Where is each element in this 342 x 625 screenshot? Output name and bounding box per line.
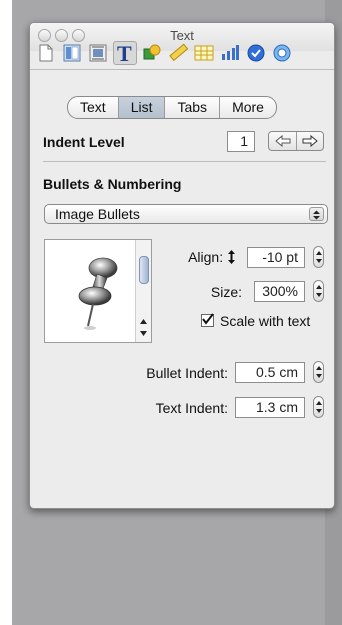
wrap-inspector-button[interactable] (87, 42, 109, 64)
tab-list[interactable]: List (118, 97, 166, 118)
graphic-icon (143, 44, 161, 60)
indent-button[interactable] (297, 132, 323, 150)
text-indent-field[interactable]: 1.3 cm (235, 397, 305, 418)
text-inspector-window: Text T Text List Tabs More Indent Level … (29, 22, 335, 509)
align-label-text: Align: (188, 249, 224, 265)
metrics-icon (169, 43, 188, 62)
text-inspector-button[interactable]: T (113, 41, 137, 65)
bullet-indent-stepper[interactable] (313, 361, 324, 383)
outdent-button[interactable] (269, 132, 297, 150)
tab-more[interactable]: More (220, 97, 276, 118)
table-icon (194, 45, 214, 61)
layout-icon (63, 44, 81, 62)
align-label: Align: (170, 249, 236, 265)
chart-inspector-button[interactable] (219, 42, 241, 64)
image-well-scrollbar[interactable] (135, 240, 151, 342)
inspector-toolbar: T (30, 41, 334, 67)
bullet-style-popup[interactable]: Image Bullets (44, 204, 328, 224)
wrap-icon (89, 44, 107, 62)
indent-separator (43, 161, 326, 162)
size-field[interactable]: 300% (254, 281, 305, 302)
bullet-indent-label: Bullet Indent: (146, 365, 228, 381)
metrics-inspector-button[interactable] (167, 42, 189, 64)
indent-level-field[interactable]: 1 (227, 131, 255, 152)
indent-arrows (268, 131, 324, 151)
bullets-numbering-label: Bullets & Numbering (43, 176, 182, 192)
align-stepper[interactable] (313, 246, 324, 268)
bullet-style-value: Image Bullets (55, 206, 140, 222)
link-icon (247, 44, 265, 62)
text-icon: T (117, 43, 132, 63)
layout-inspector-button[interactable] (61, 42, 83, 64)
align-field[interactable]: -10 pt (247, 247, 305, 268)
bullet-image-well[interactable] (44, 239, 152, 343)
pushpin-icon (78, 257, 118, 330)
table-inspector-button[interactable] (193, 42, 215, 64)
vertical-align-icon (228, 250, 235, 264)
scale-with-text-label: Scale with text (220, 313, 311, 329)
arrow-right-icon (302, 135, 318, 147)
scale-with-text-checkbox[interactable] (201, 313, 214, 327)
graphic-inspector-button[interactable] (141, 42, 163, 64)
tab-tabs[interactable]: Tabs (165, 97, 221, 118)
document-inspector-button[interactable] (35, 42, 57, 64)
size-stepper[interactable] (313, 280, 324, 302)
checkmark-icon (202, 313, 214, 325)
link-inspector-button[interactable] (245, 42, 267, 64)
scroll-arrows-icon[interactable] (136, 316, 151, 340)
text-indent-label: Text Indent: (155, 400, 228, 416)
inspector-tabs: Text List Tabs More (67, 96, 277, 119)
indent-level-label: Indent Level (43, 134, 125, 150)
document-icon (39, 44, 53, 62)
text-indent-stepper[interactable] (313, 396, 324, 418)
scroll-thumb[interactable] (139, 256, 149, 284)
quicktime-icon (273, 44, 291, 62)
quicktime-inspector-button[interactable] (271, 42, 293, 64)
toolbar-separator (30, 69, 334, 70)
tab-text[interactable]: Text (68, 97, 119, 118)
popup-arrows-icon (309, 207, 324, 221)
chart-icon (222, 45, 239, 60)
bullet-indent-field[interactable]: 0.5 cm (235, 362, 305, 383)
arrow-left-icon (274, 135, 290, 147)
svg-text:T: T (117, 43, 132, 63)
size-label: Size: (210, 284, 242, 300)
